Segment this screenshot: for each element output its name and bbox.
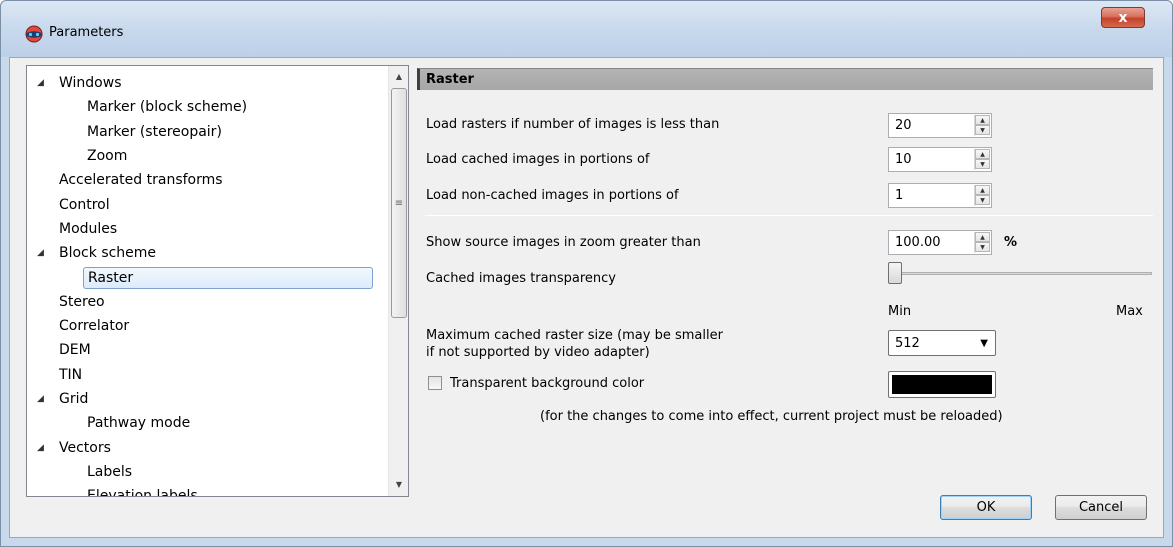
window-title: Parameters bbox=[49, 25, 124, 40]
tree-item[interactable]: DEM bbox=[59, 339, 91, 361]
expand-arrow-icon[interactable]: ◢ bbox=[37, 72, 47, 94]
cached-portions-label: Load cached images in portions of bbox=[426, 152, 650, 167]
tree-item[interactable]: Vectors bbox=[59, 437, 111, 459]
load-rasters-label: Load rasters if number of images is less… bbox=[426, 117, 720, 132]
expand-arrow-icon[interactable]: ◢ bbox=[37, 437, 47, 459]
max-cached-size-label-line2: if not supported by video adapter) bbox=[426, 345, 650, 360]
spin-up-icon[interactable]: ▲ bbox=[975, 185, 990, 195]
slider-min-label: Min bbox=[888, 304, 912, 319]
tree-item[interactable]: Windows bbox=[59, 72, 122, 94]
tree-item[interactable]: Raster bbox=[83, 267, 373, 290]
chevron-down-icon: ▼ bbox=[980, 338, 988, 349]
spin-down-icon[interactable]: ▼ bbox=[975, 195, 990, 205]
max-cached-size-dropdown[interactable]: 512 ▼ bbox=[888, 330, 996, 356]
expand-arrow-icon[interactable]: ◢ bbox=[37, 242, 47, 264]
max-cached-size-label-line1: Maximum cached raster size (may be small… bbox=[426, 328, 723, 343]
bg-color-picker[interactable] bbox=[888, 371, 996, 398]
spin-up-icon[interactable]: ▲ bbox=[975, 232, 990, 242]
zoom-unit: % bbox=[1004, 235, 1018, 250]
dialog-body: ◢ Windows Marker (block scheme) Marker (ste… bbox=[9, 57, 1164, 538]
tree-item[interactable]: TIN bbox=[59, 364, 82, 386]
section-divider bbox=[425, 215, 1153, 216]
scroll-down-icon[interactable]: ▼ bbox=[389, 476, 408, 494]
expand-arrow-icon[interactable]: ◢ bbox=[37, 388, 47, 410]
spin-down-icon[interactable]: ▼ bbox=[975, 242, 990, 252]
scrollbar-thumb[interactable]: ≡ bbox=[391, 88, 407, 318]
tree-item[interactable]: Stereo bbox=[59, 291, 105, 313]
ok-button[interactable]: OK bbox=[940, 495, 1032, 520]
tree-item[interactable]: Correlator bbox=[59, 315, 129, 337]
app-icon bbox=[25, 25, 43, 43]
tree-item[interactable]: Control bbox=[59, 194, 110, 216]
spin-down-icon[interactable]: ▼ bbox=[975, 125, 990, 135]
tree-item[interactable]: Block scheme bbox=[59, 242, 156, 264]
tree-item[interactable]: Elevation labels bbox=[87, 485, 198, 496]
reload-note: (for the changes to come into effect, cu… bbox=[540, 409, 1003, 424]
zoom-threshold-label: Show source images in zoom greater than bbox=[426, 235, 701, 250]
transparency-slider-track[interactable] bbox=[890, 272, 1152, 275]
cancel-button[interactable]: Cancel bbox=[1055, 495, 1147, 520]
spin-up-icon[interactable]: ▲ bbox=[975, 115, 990, 125]
tree-item[interactable]: Marker (block scheme) bbox=[87, 96, 247, 118]
zoom-threshold-spinbox[interactable]: 100.00 ▲ ▼ bbox=[888, 230, 992, 255]
tree-item[interactable]: Grid bbox=[59, 388, 88, 410]
tree-item[interactable]: Accelerated transforms bbox=[59, 169, 223, 191]
cached-portions-spinbox[interactable]: 10 ▲ ▼ bbox=[888, 147, 992, 172]
tree-item[interactable]: Labels bbox=[87, 461, 132, 483]
close-icon: x bbox=[1118, 9, 1128, 26]
scroll-up-icon[interactable]: ▲ bbox=[389, 68, 408, 86]
slider-max-label: Max bbox=[1116, 304, 1143, 319]
tree-item[interactable]: Modules bbox=[59, 218, 117, 240]
bg-color-fill bbox=[892, 375, 992, 394]
transparency-slider-thumb[interactable] bbox=[888, 262, 902, 284]
noncached-portions-label: Load non-cached images in portions of bbox=[426, 188, 679, 203]
tree-item[interactable]: Marker (stereopair) bbox=[87, 121, 222, 143]
spin-down-icon[interactable]: ▼ bbox=[975, 159, 990, 169]
noncached-portions-spinbox[interactable]: 1 ▲ ▼ bbox=[888, 183, 992, 208]
close-button[interactable]: x bbox=[1101, 7, 1145, 28]
parameters-dialog: Parameters x ◢ Windows Marker (block schem… bbox=[0, 0, 1173, 547]
load-rasters-spinbox[interactable]: 20 ▲ ▼ bbox=[888, 113, 992, 138]
tree-scrollbar[interactable]: ▲ ≡ ▼ bbox=[388, 66, 408, 496]
tree-item[interactable]: Pathway mode bbox=[87, 412, 190, 434]
tree-item[interactable]: Zoom bbox=[87, 145, 127, 167]
transparency-label: Cached images transparency bbox=[426, 271, 616, 286]
transparent-bg-label[interactable]: Transparent background color bbox=[450, 376, 644, 391]
settings-tree[interactable]: ◢ Windows Marker (block scheme) Marker (ste… bbox=[26, 65, 409, 497]
section-header: Raster bbox=[417, 68, 1153, 90]
title-bar: Parameters x bbox=[1, 1, 1172, 57]
transparent-bg-checkbox[interactable] bbox=[428, 376, 442, 390]
spin-up-icon[interactable]: ▲ bbox=[975, 149, 990, 159]
